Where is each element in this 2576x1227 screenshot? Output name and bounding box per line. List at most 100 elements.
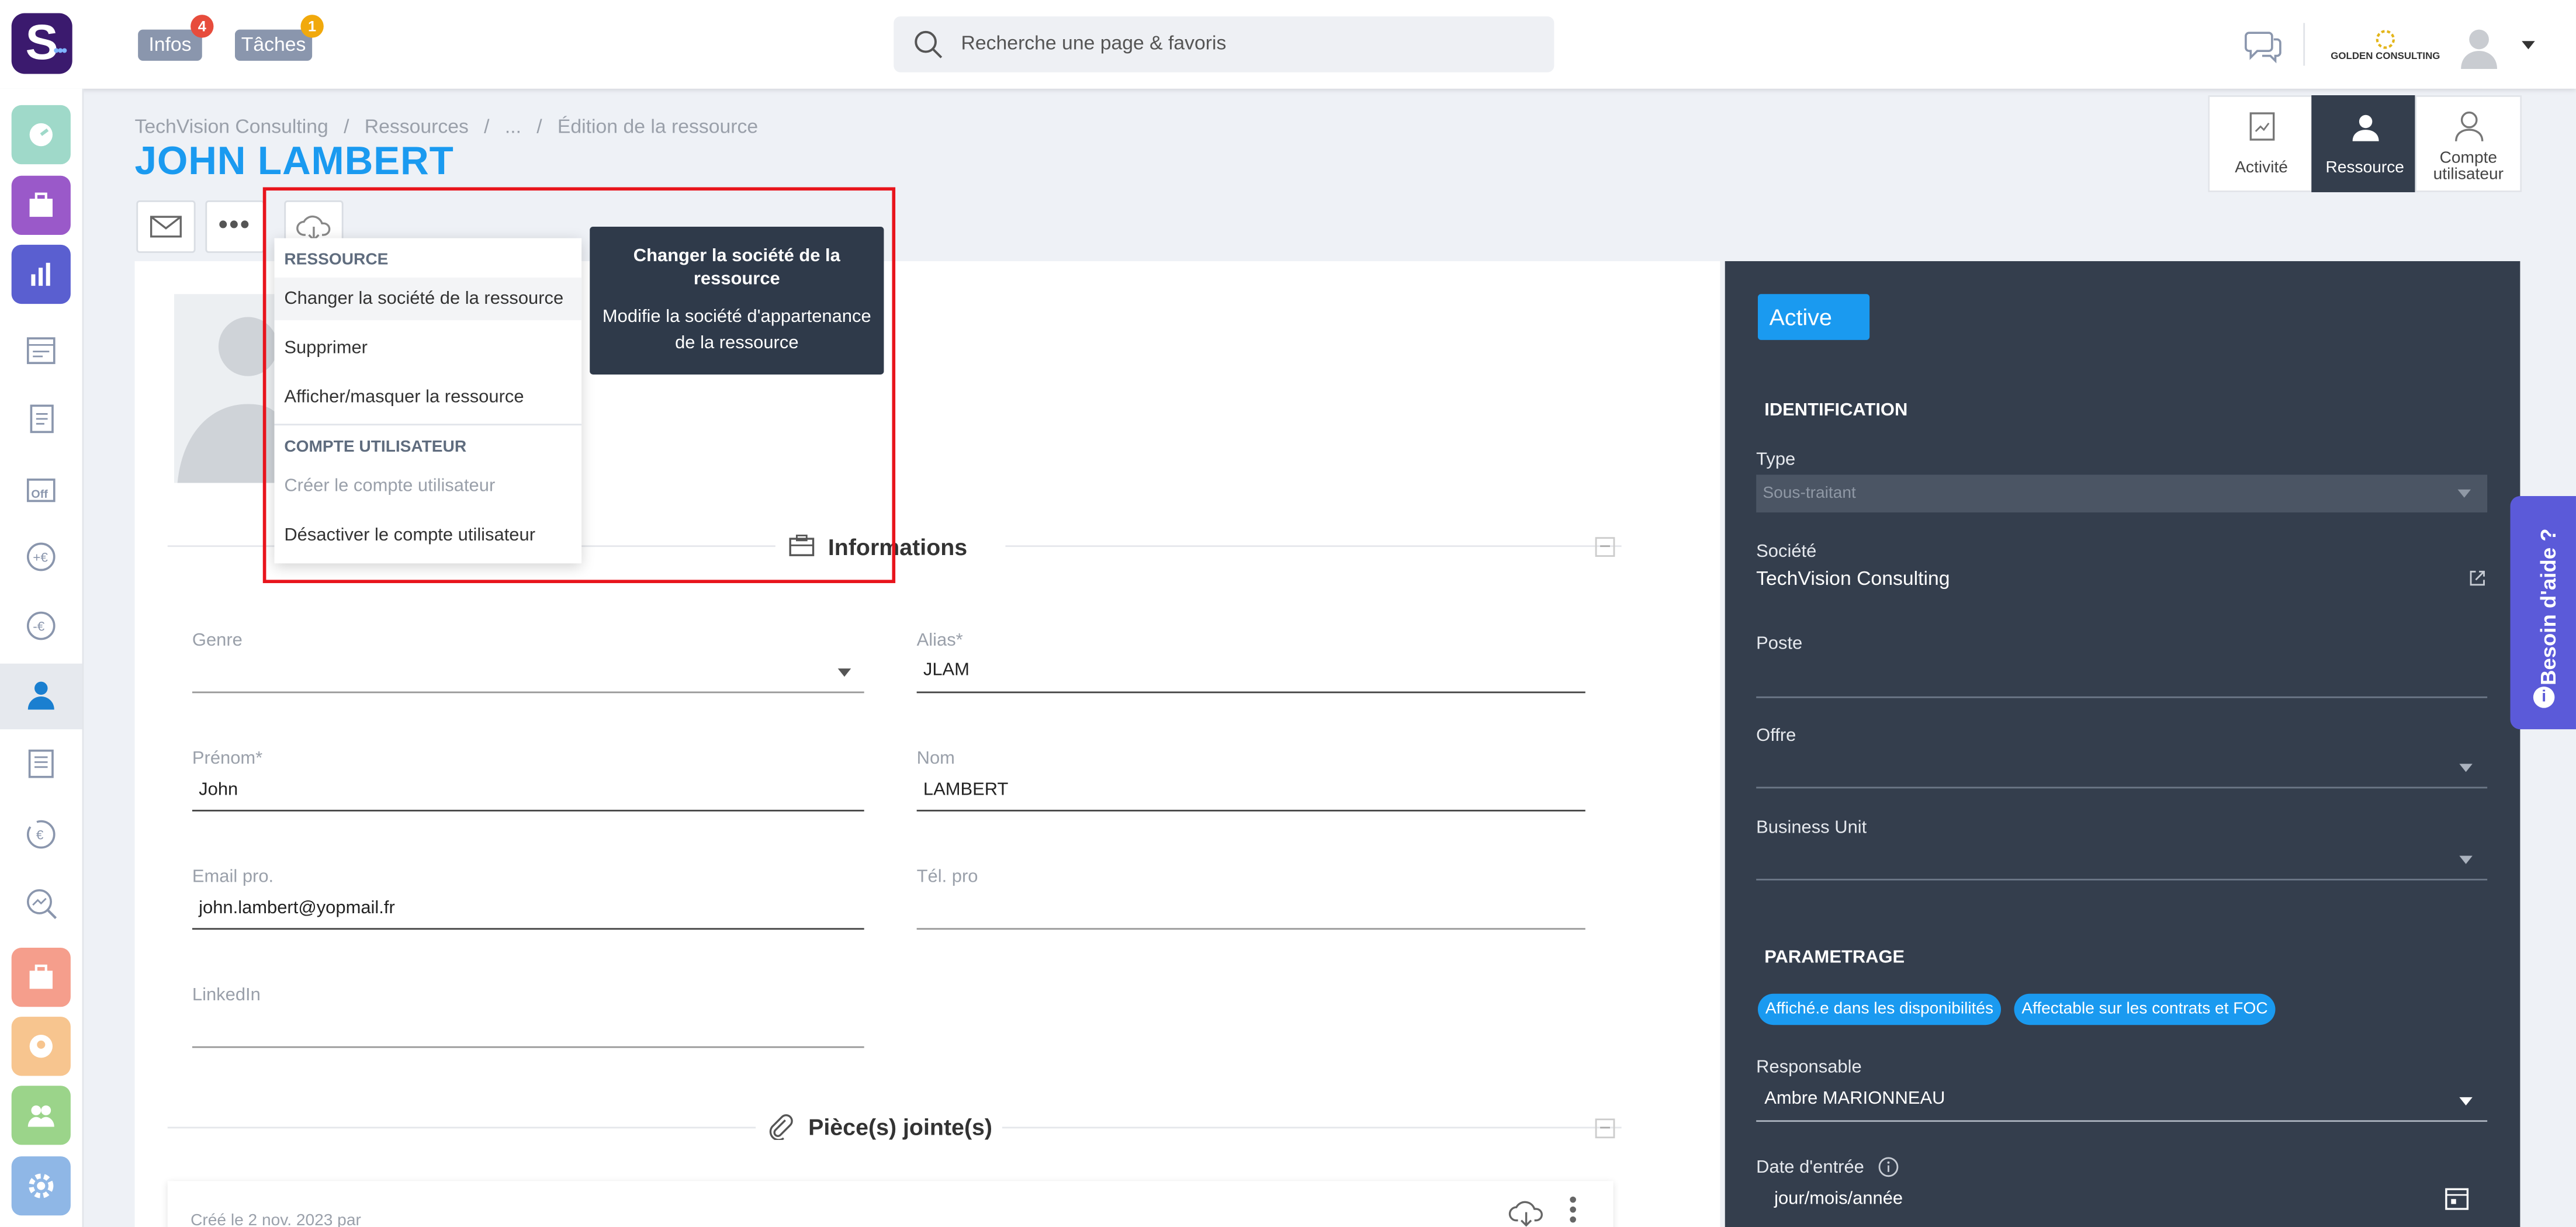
cloud-download-icon[interactable] — [1508, 1197, 1545, 1227]
poste-label: Poste — [1756, 634, 1803, 654]
prenom-underline — [192, 809, 864, 812]
chart-icon — [31, 262, 50, 286]
taches-button[interactable]: Tâches — [235, 29, 313, 61]
email-underline — [192, 928, 864, 930]
chevron-down-icon — [2457, 489, 2471, 498]
chevron-down-icon[interactable] — [2459, 855, 2473, 864]
status-badge[interactable]: Active — [1757, 294, 1870, 340]
tab-compte-utilisateur[interactable]: Compte utilisateur — [2415, 95, 2522, 192]
chevron-down-icon[interactable] — [837, 668, 851, 677]
tel-label: Tél. pro — [916, 867, 978, 888]
analytics-icon[interactable] — [23, 885, 59, 921]
breadcrumb-item-resources[interactable]: Ressources — [365, 115, 469, 138]
collapse-button[interactable] — [1595, 1118, 1615, 1139]
search-bar[interactable]: Recherche une page & favoris — [894, 16, 1554, 72]
type-value: Sous-traitant — [1763, 484, 1856, 503]
offre-underline — [1756, 786, 2488, 789]
user-account-icon — [2455, 111, 2484, 141]
help-tab[interactable]: Besoin d'aide ? i — [2510, 495, 2576, 730]
help-info-icon: i — [2533, 687, 2555, 708]
sidebar-item-chart[interactable] — [11, 244, 71, 304]
user-icon[interactable] — [23, 677, 59, 713]
email-field[interactable]: john.lambert@yopmail.fr — [199, 899, 395, 918]
calendar-icon[interactable] — [23, 332, 59, 368]
alias-underline — [916, 691, 1585, 694]
email-button[interactable] — [136, 200, 196, 253]
alias-field[interactable]: JLAM — [923, 660, 970, 680]
breadcrumb-item-current: Édition de la ressource — [557, 115, 759, 138]
prenom-field[interactable]: John — [199, 780, 238, 800]
off-icon[interactable]: Off — [23, 470, 59, 506]
chevron-down-icon[interactable] — [2459, 764, 2473, 772]
chevron-down-icon[interactable] — [2459, 1097, 2473, 1105]
genre-underline — [192, 691, 864, 694]
document-icon[interactable] — [23, 401, 59, 437]
date-entree-label: Date d'entrée — [1756, 1157, 1864, 1178]
chip-affectable[interactable]: Affectable sur les contrats et FOC — [2014, 993, 2276, 1025]
sidebar-item-group-green[interactable] — [11, 1086, 71, 1145]
infos-button[interactable]: Infos — [138, 29, 202, 61]
genre-label: Genre — [192, 630, 243, 651]
avatar[interactable] — [2456, 23, 2502, 70]
gear-blue-icon — [29, 1173, 54, 1198]
app-logo[interactable]: S ••• — [11, 13, 72, 74]
sidebar-item-briefcase-red[interactable] — [11, 948, 71, 1007]
calendar-icon[interactable] — [2445, 1186, 2469, 1211]
collapse-button[interactable] — [1595, 537, 1615, 557]
breadcrumb-item-ellipsis[interactable]: ... — [505, 115, 521, 138]
tab-activite-label: Activité — [2235, 159, 2288, 178]
svg-text:€: € — [36, 828, 44, 843]
tab-ressource-label: Ressource — [2325, 159, 2404, 178]
breadcrumb-sep: / — [536, 115, 542, 138]
offre-label: Offre — [1756, 726, 1796, 746]
sidebar-item-briefcase[interactable] — [11, 175, 71, 235]
chevron-down-icon[interactable] — [2522, 41, 2535, 50]
alias-label: Alias* — [916, 630, 963, 651]
logo-dots-icon: ••• — [53, 43, 67, 61]
divider — [2303, 23, 2305, 66]
minus-icon — [1600, 545, 1610, 547]
group-green-icon — [27, 1105, 54, 1127]
tab-activite[interactable]: Activité — [2208, 95, 2315, 192]
taches-count-badge: 1 — [300, 15, 324, 38]
identification-heading: IDENTIFICATION — [1764, 400, 1908, 421]
info-icon[interactable] — [1878, 1156, 1899, 1178]
attachment-card[interactable]: Créé le 2 nov. 2023 par • • • — [167, 1181, 1614, 1227]
list-icon[interactable] — [23, 746, 59, 782]
responsable-select[interactable]: Ambre MARIONNEAU — [1764, 1089, 1945, 1109]
money-out-icon[interactable]: -€ — [23, 608, 59, 644]
taches-label: Tâches — [241, 33, 306, 56]
person-orange-icon — [29, 1035, 53, 1058]
search-icon — [915, 30, 943, 58]
right-panel: Active IDENTIFICATION Type Sous-traitant… — [1725, 261, 2520, 1227]
business-unit-underline — [1756, 878, 2488, 881]
svg-text:-€: -€ — [33, 619, 44, 634]
kebab-menu-icon[interactable]: • • • — [1569, 1187, 1577, 1226]
prenom-label: Prénom* — [192, 748, 263, 769]
sidebar-item-person-orange[interactable] — [11, 1017, 71, 1076]
search-input[interactable]: Recherche une page & favoris — [961, 31, 1227, 54]
date-entree-field[interactable]: jour/mois/année — [1774, 1189, 1903, 1209]
sidebar-item-dashboard[interactable] — [11, 105, 71, 165]
tab-ressource[interactable]: Ressource — [2311, 95, 2419, 192]
societe-label: Société — [1756, 542, 1817, 562]
external-link-icon[interactable] — [2469, 570, 2485, 586]
refresh-money-icon[interactable]: € — [23, 816, 59, 852]
type-select[interactable]: Sous-traitant — [1756, 474, 2488, 513]
money-in-icon[interactable]: +€ — [23, 539, 59, 575]
dashboard-icon — [29, 123, 53, 147]
sidebar-item-gear-blue[interactable] — [11, 1156, 71, 1216]
nom-field[interactable]: LAMBERT — [923, 780, 1009, 800]
responsable-label: Responsable — [1756, 1058, 1862, 1078]
type-label: Type — [1756, 450, 1796, 470]
infos-label: Infos — [148, 33, 192, 56]
more-actions-button[interactable]: ••• — [205, 200, 265, 253]
chat-icon[interactable] — [2244, 28, 2283, 64]
resource-icon — [2352, 115, 2379, 141]
chip-disponibilites[interactable]: Affiché.e dans les disponibilités — [1757, 993, 2002, 1025]
breadcrumb: TechVision Consulting / Ressources / ...… — [135, 115, 759, 138]
help-label: Besoin d'aide ? — [2536, 528, 2561, 686]
societe-value: TechVision Consulting — [1756, 566, 1950, 590]
breadcrumb-item-company[interactable]: TechVision Consulting — [135, 115, 328, 138]
svg-text:Off: Off — [31, 488, 48, 501]
